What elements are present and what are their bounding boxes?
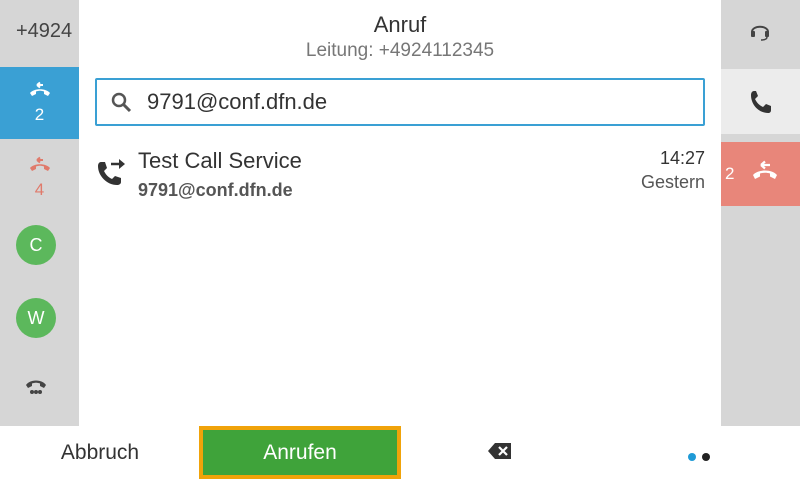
call-button[interactable]: Anrufen: [199, 426, 401, 479]
contact-address: 9791@conf.dfn.de: [138, 180, 293, 200]
page-indicator: [688, 448, 716, 466]
hangup-icon: [753, 160, 777, 179]
dial-panel: Anruf Leitung: +4924112345 Test Call Ser…: [79, 0, 721, 426]
line-number: +4924: [16, 20, 73, 42]
right-feature-strip: 2: [721, 0, 800, 426]
line-tab-count: 4: [34, 180, 45, 199]
list-item[interactable]: Test Call Service 9791@conf.dfn.de 14:27…: [79, 140, 721, 210]
page-title: Anruf: [373, 12, 427, 37]
left-line-strip: +4924 2 4 C W: [0, 0, 79, 426]
call-button-label: Anrufen: [203, 430, 397, 475]
line-subtitle: Leitung: +4924112345: [305, 40, 495, 61]
avatar[interactable]: C: [16, 225, 56, 265]
contact-name: Test Call Service: [138, 148, 302, 173]
page-dot: [702, 453, 710, 461]
hangup-icon: [29, 81, 50, 96]
phone-icon: [750, 90, 771, 113]
avatar[interactable]: W: [16, 298, 56, 338]
voicemail-icon[interactable]: [24, 376, 48, 403]
search-field[interactable]: [95, 78, 705, 126]
line-tab-count: 2: [34, 105, 45, 124]
call-date: Gestern: [640, 172, 705, 192]
held-call-tab[interactable]: 2: [721, 142, 800, 206]
hangup-icon: [29, 156, 50, 171]
search-input[interactable]: [147, 86, 687, 118]
call-time: 14:27: [659, 148, 705, 168]
backspace-icon[interactable]: [487, 441, 513, 466]
outgoing-call-icon: [98, 159, 125, 185]
line-tab-missed[interactable]: 4: [0, 142, 79, 214]
headset-icon[interactable]: [749, 20, 771, 47]
held-count: 2: [725, 164, 735, 183]
cancel-button[interactable]: Abbruch: [20, 438, 180, 468]
softkey-bar: Abbruch Anrufen: [0, 426, 800, 480]
line-tab-active[interactable]: 2: [0, 67, 79, 139]
search-icon: [111, 92, 132, 113]
page-dot-active: [688, 453, 696, 461]
new-call-button[interactable]: [721, 69, 800, 134]
